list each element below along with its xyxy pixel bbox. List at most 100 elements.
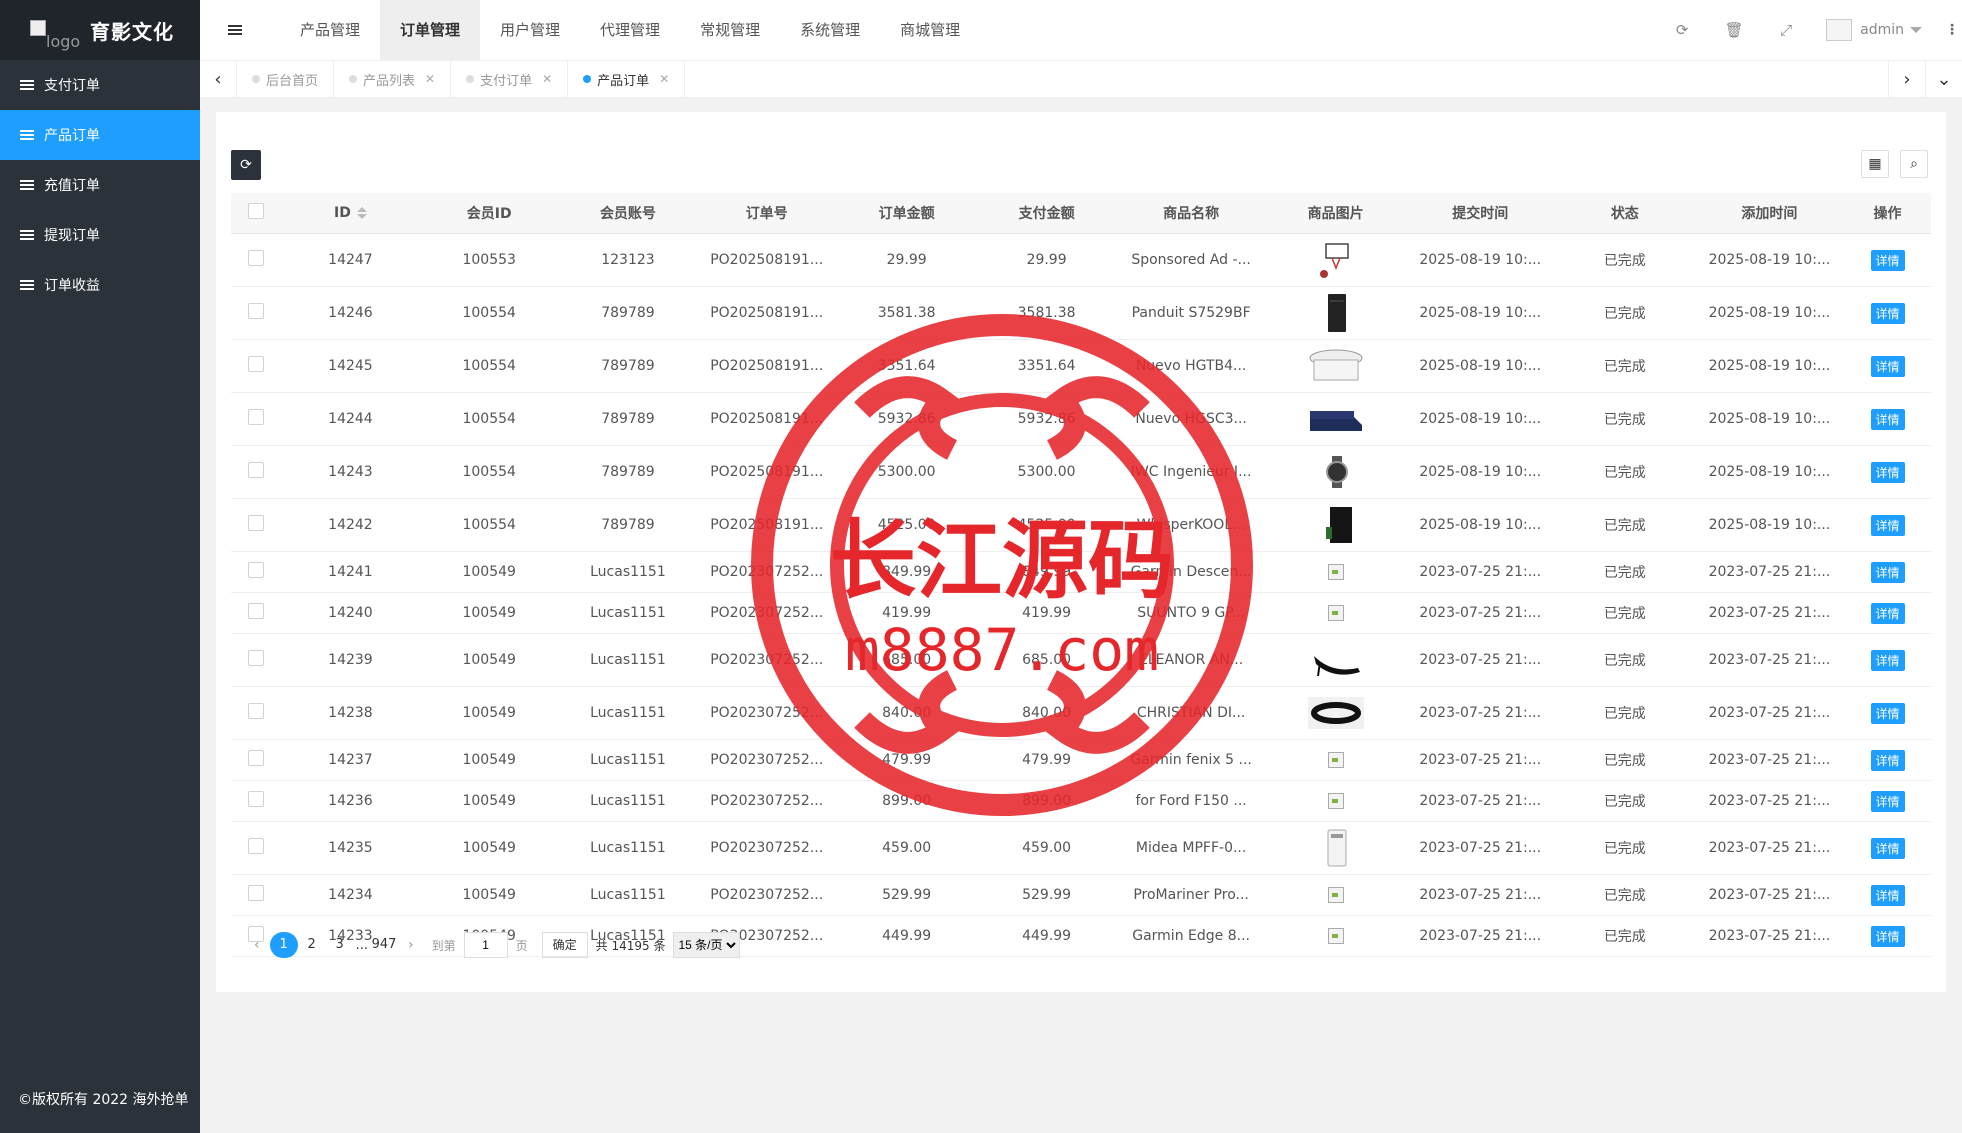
tabs-scroll-left-button[interactable]: ‹ — [200, 61, 237, 97]
row-checkbox[interactable] — [248, 791, 265, 807]
row-checkbox[interactable] — [248, 703, 265, 719]
row-checkbox[interactable] — [248, 838, 265, 854]
select-all-checkbox[interactable] — [248, 203, 265, 219]
detail-button[interactable]: 详情 — [1870, 925, 1905, 947]
close-icon[interactable]: ✕ — [659, 72, 669, 86]
tab-dot-icon — [466, 75, 475, 83]
tab-3[interactable]: 产品订单 ✕ — [568, 61, 686, 97]
sidebar-item-4[interactable]: 订单收益 — [0, 260, 200, 310]
cell-id: 14243 — [281, 445, 420, 499]
more-vertical-icon[interactable]: ⋮ — [1942, 22, 1962, 38]
top-nav-item-0[interactable]: 产品管理 — [280, 0, 380, 60]
row-checkbox[interactable] — [248, 603, 265, 619]
tab-dot-icon — [349, 75, 358, 83]
top-header: 产品管理 订单管理 用户管理 代理管理 常规管理 系统管理 商城管理 ⟳ 🗑 ⤢ admin… — [200, 0, 1962, 60]
page-button-3[interactable]: 3 — [326, 932, 354, 958]
cell-add-time: 2025-08-19 10:... — [1694, 286, 1845, 340]
tab-2[interactable]: 支付订单 ✕ — [451, 61, 569, 97]
fullscreen-icon[interactable]: ⤢ — [1760, 21, 1812, 39]
goto-page-input[interactable] — [463, 932, 508, 958]
table-row: 14244 100554 789789 PO202508191... 5932.86 59… — [231, 392, 1931, 446]
row-select-cell — [231, 780, 282, 822]
detail-button[interactable]: 详情 — [1870, 749, 1905, 771]
cell-account: Lucas1151 — [559, 686, 697, 740]
search-button[interactable]: ⌕ — [1900, 150, 1928, 178]
goto-confirm-button[interactable]: 确定 — [541, 932, 588, 958]
detail-button[interactable]: 详情 — [1870, 355, 1905, 377]
refresh-icon[interactable]: ⟳ — [1656, 21, 1708, 39]
next-page-button[interactable]: › — [408, 937, 414, 953]
detail-button[interactable]: 详情 — [1870, 561, 1905, 583]
cell-product: Panduit S7529BF — [1116, 286, 1266, 340]
cell-member-id: 100554 — [419, 339, 560, 393]
table-row: 14234 100549 Lucas1151 PO202307252... 529.99… — [231, 874, 1931, 916]
cell-status: 已完成 — [1554, 286, 1695, 340]
sidebar-item-1[interactable]: 产品订单 — [0, 110, 200, 160]
trash-icon[interactable]: 🗑 — [1708, 21, 1760, 39]
tab-0[interactable]: 后台首页 — [237, 61, 335, 97]
detail-button[interactable]: 详情 — [1870, 602, 1905, 624]
row-checkbox[interactable] — [248, 562, 265, 578]
row-checkbox[interactable] — [248, 462, 265, 478]
top-nav-item-6[interactable]: 商城管理 — [880, 0, 980, 60]
page-size-select[interactable]: 15 条/页 — [673, 932, 741, 958]
cell-member-id: 100549 — [419, 874, 560, 916]
basketball-hoop-image — [1319, 243, 1349, 278]
cell-id: 14236 — [281, 780, 420, 822]
table-body: 14247 100553 123123 PO202508191... 29.99 29.9… — [231, 233, 1931, 957]
row-checkbox[interactable] — [248, 650, 265, 666]
detail-button[interactable]: 详情 — [1870, 884, 1905, 906]
row-checkbox[interactable] — [248, 750, 265, 766]
tab-dot-icon — [583, 75, 592, 83]
row-select-cell — [231, 392, 282, 446]
row-checkbox[interactable] — [248, 356, 265, 372]
tab-label: 产品订单 — [597, 73, 650, 89]
columns-filter-button[interactable]: ▦ — [1861, 150, 1889, 178]
tab-1[interactable]: 产品列表 ✕ — [334, 61, 452, 97]
sidebar-item-0[interactable]: 支付订单 — [0, 60, 200, 110]
detail-button[interactable]: 详情 — [1870, 408, 1905, 430]
top-nav-item-2[interactable]: 用户管理 — [480, 0, 580, 60]
pagination: ‹ 123 ... 947 › 到第 页 确定 共 14195 条 15 条/页 — [244, 932, 741, 958]
detail-button[interactable]: 详情 — [1870, 837, 1905, 859]
row-checkbox[interactable] — [248, 885, 265, 901]
detail-button[interactable]: 详情 — [1870, 514, 1905, 536]
sort-icon[interactable] — [356, 207, 367, 219]
sidebar-item-2[interactable]: 充值订单 — [0, 160, 200, 210]
top-nav-item-4[interactable]: 常规管理 — [680, 0, 780, 60]
row-select-cell — [231, 874, 282, 916]
row-checkbox[interactable] — [248, 409, 265, 425]
detail-button[interactable]: 详情 — [1870, 302, 1905, 324]
tabs-menu-chevron-down-icon[interactable]: ⌄ — [1925, 61, 1962, 97]
cell-member-id: 100549 — [419, 739, 560, 781]
column-header-0[interactable]: ID — [281, 193, 420, 234]
top-nav-item-3[interactable]: 代理管理 — [580, 0, 680, 60]
top-nav-item-1[interactable]: 订单管理 — [380, 0, 481, 60]
row-checkbox[interactable] — [248, 303, 265, 319]
detail-button[interactable]: 详情 — [1870, 649, 1905, 671]
tabs-scroll-right-button[interactable]: › — [1888, 61, 1925, 97]
page-button-2[interactable]: 2 — [298, 932, 326, 958]
last-page-button[interactable]: 947 — [370, 932, 398, 958]
close-icon[interactable]: ✕ — [425, 72, 435, 86]
cell-pay-amount: 840.00 — [976, 686, 1117, 740]
close-icon[interactable]: ✕ — [542, 72, 552, 86]
detail-button[interactable]: 详情 — [1870, 461, 1905, 483]
cell-product-image — [1265, 633, 1406, 687]
row-checkbox[interactable] — [248, 515, 265, 531]
logo-area: logo 育影文化 — [0, 0, 200, 60]
table-row: 14242 100554 789789 PO202508191... 4525.00 45… — [231, 498, 1931, 552]
sidebar-item-3[interactable]: 提现订单 — [0, 210, 200, 260]
detail-button[interactable]: 详情 — [1870, 702, 1905, 724]
sidebar-toggle-button[interactable] — [200, 0, 280, 60]
table-refresh-button[interactable]: ⟳ — [231, 150, 261, 180]
sidebar: logo 育影文化 支付订单 产品订单 充值订单 提现订单 订单收益 ©版权所有 202… — [0, 0, 200, 1133]
top-nav-item-5[interactable]: 系统管理 — [780, 0, 880, 60]
row-checkbox[interactable] — [248, 250, 265, 266]
tab-label: 产品列表 — [363, 73, 416, 89]
detail-button[interactable]: 详情 — [1870, 790, 1905, 812]
user-menu[interactable]: admin — [1812, 19, 1942, 41]
detail-button[interactable]: 详情 — [1870, 249, 1905, 271]
page-button-1[interactable]: 1 — [269, 932, 298, 958]
prev-page-button[interactable]: ‹ — [254, 937, 260, 953]
